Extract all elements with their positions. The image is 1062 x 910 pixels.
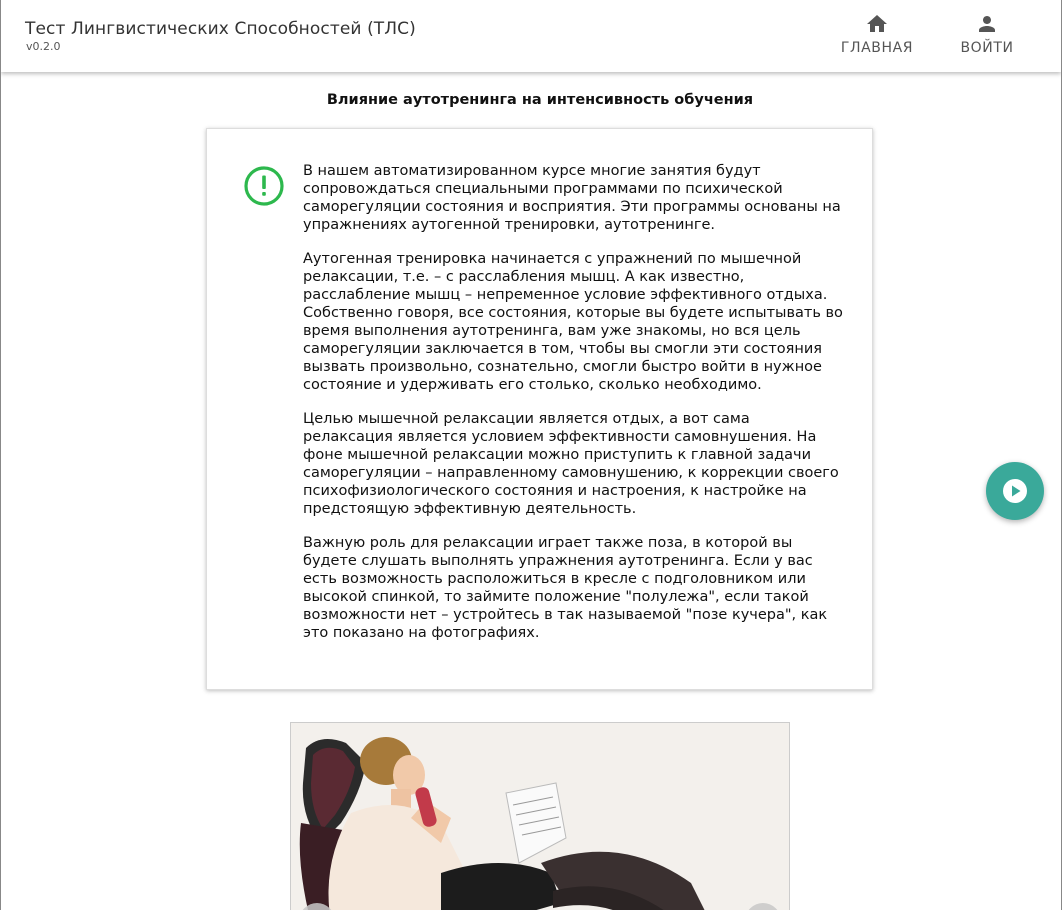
paragraph: Целью мышечной релаксации является отдых… <box>303 411 839 517</box>
home-icon <box>867 15 887 32</box>
page-title: Влияние аутотренинга на интенсивность об… <box>326 92 754 108</box>
paragraph: В нашем автоматизированном курсе многие … <box>303 163 841 233</box>
play-circle-icon <box>1003 479 1027 503</box>
paragraph: Аутогенная тренировка начинается с упраж… <box>303 251 843 393</box>
play-button[interactable] <box>986 462 1044 520</box>
photo-carousel[interactable] <box>290 722 790 910</box>
card-text: В нашем автоматизированном курсе многие … <box>303 162 843 658</box>
home-nav-label: ГЛАВНАЯ <box>840 40 914 56</box>
person-icon <box>979 16 995 32</box>
paragraph: Важную роль для релаксации играет также … <box>303 535 828 641</box>
exclamation-circle-icon <box>244 166 284 206</box>
relaxation-photo <box>291 723 789 910</box>
app-header: Тест Лингвистических Способностей (ТЛС) … <box>1 0 1061 72</box>
app-title: Тест Лингвистических Способностей (ТЛС) <box>25 19 416 39</box>
info-card: В нашем автоматизированном курсе многие … <box>206 128 873 690</box>
app-window: Тест Лингвистических Способностей (ТЛС) … <box>0 0 1062 910</box>
app-version: v0.2.0 <box>26 40 61 53</box>
home-nav-button[interactable]: ГЛАВНАЯ <box>840 12 914 62</box>
login-nav-label: ВОЙТИ <box>960 40 1014 56</box>
login-nav-button[interactable]: ВОЙТИ <box>959 12 1015 62</box>
